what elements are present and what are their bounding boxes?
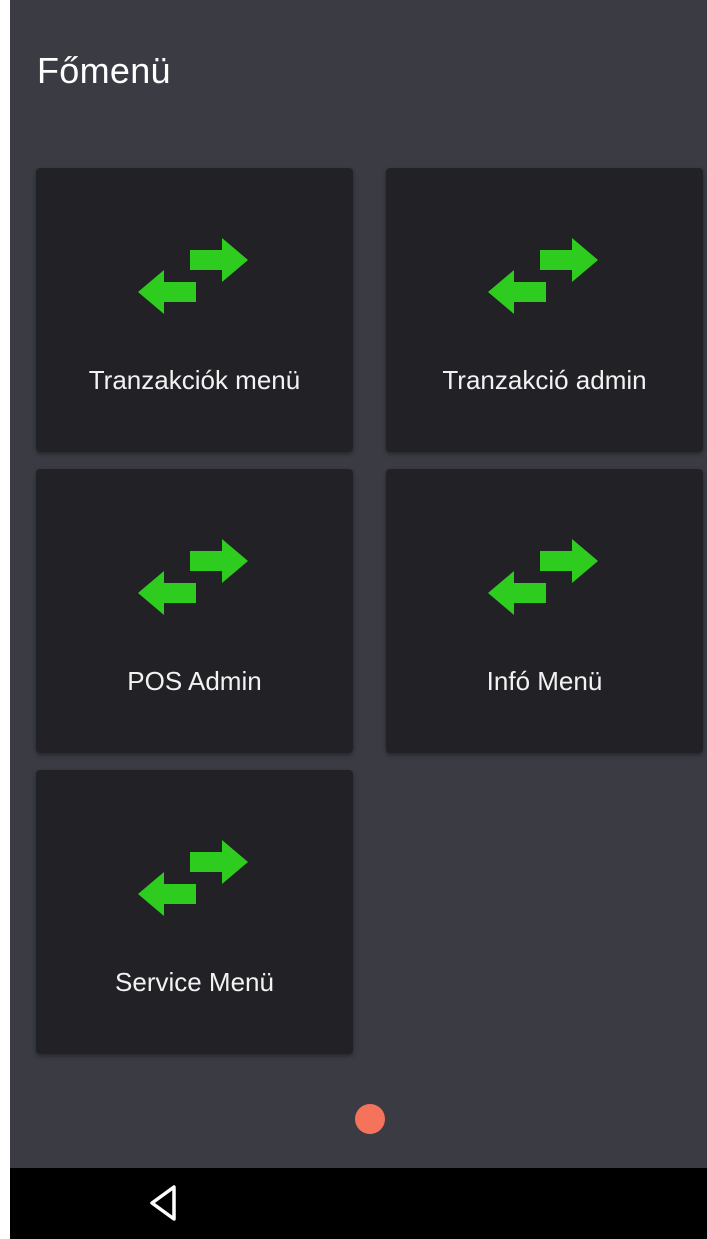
tile-label: Tranzakciók menü (88, 365, 301, 395)
tile-pos-admin[interactable]: POS Admin (36, 469, 353, 753)
page-indicator-dot (355, 1104, 385, 1134)
tile-info-menu[interactable]: Infó Menü (386, 469, 703, 753)
tile-tranzakciok-menu[interactable]: Tranzakciók menü (36, 168, 353, 452)
system-navigation-bar (10, 1168, 707, 1239)
tile-label: POS Admin (127, 666, 262, 696)
tile-tranzakcio-admin[interactable]: Tranzakció admin (386, 168, 703, 452)
transfer-arrows-icon (138, 238, 248, 314)
main-menu-screen: Főmenü Tranzakciók menü Tranzakció admin… (10, 0, 707, 1239)
tile-label: Service Menü (115, 967, 274, 997)
transfer-arrows-icon (488, 539, 598, 615)
tile-service-menu[interactable]: Service Menü (36, 770, 353, 1054)
transfer-arrows-icon (138, 539, 248, 615)
back-triangle-icon[interactable] (140, 1178, 190, 1228)
tile-label: Tranzakció admin (442, 365, 647, 395)
transfer-arrows-icon (138, 840, 248, 916)
page-title: Főmenü (37, 50, 171, 91)
transfer-arrows-icon (488, 238, 598, 314)
tile-label: Infó Menü (486, 666, 603, 696)
